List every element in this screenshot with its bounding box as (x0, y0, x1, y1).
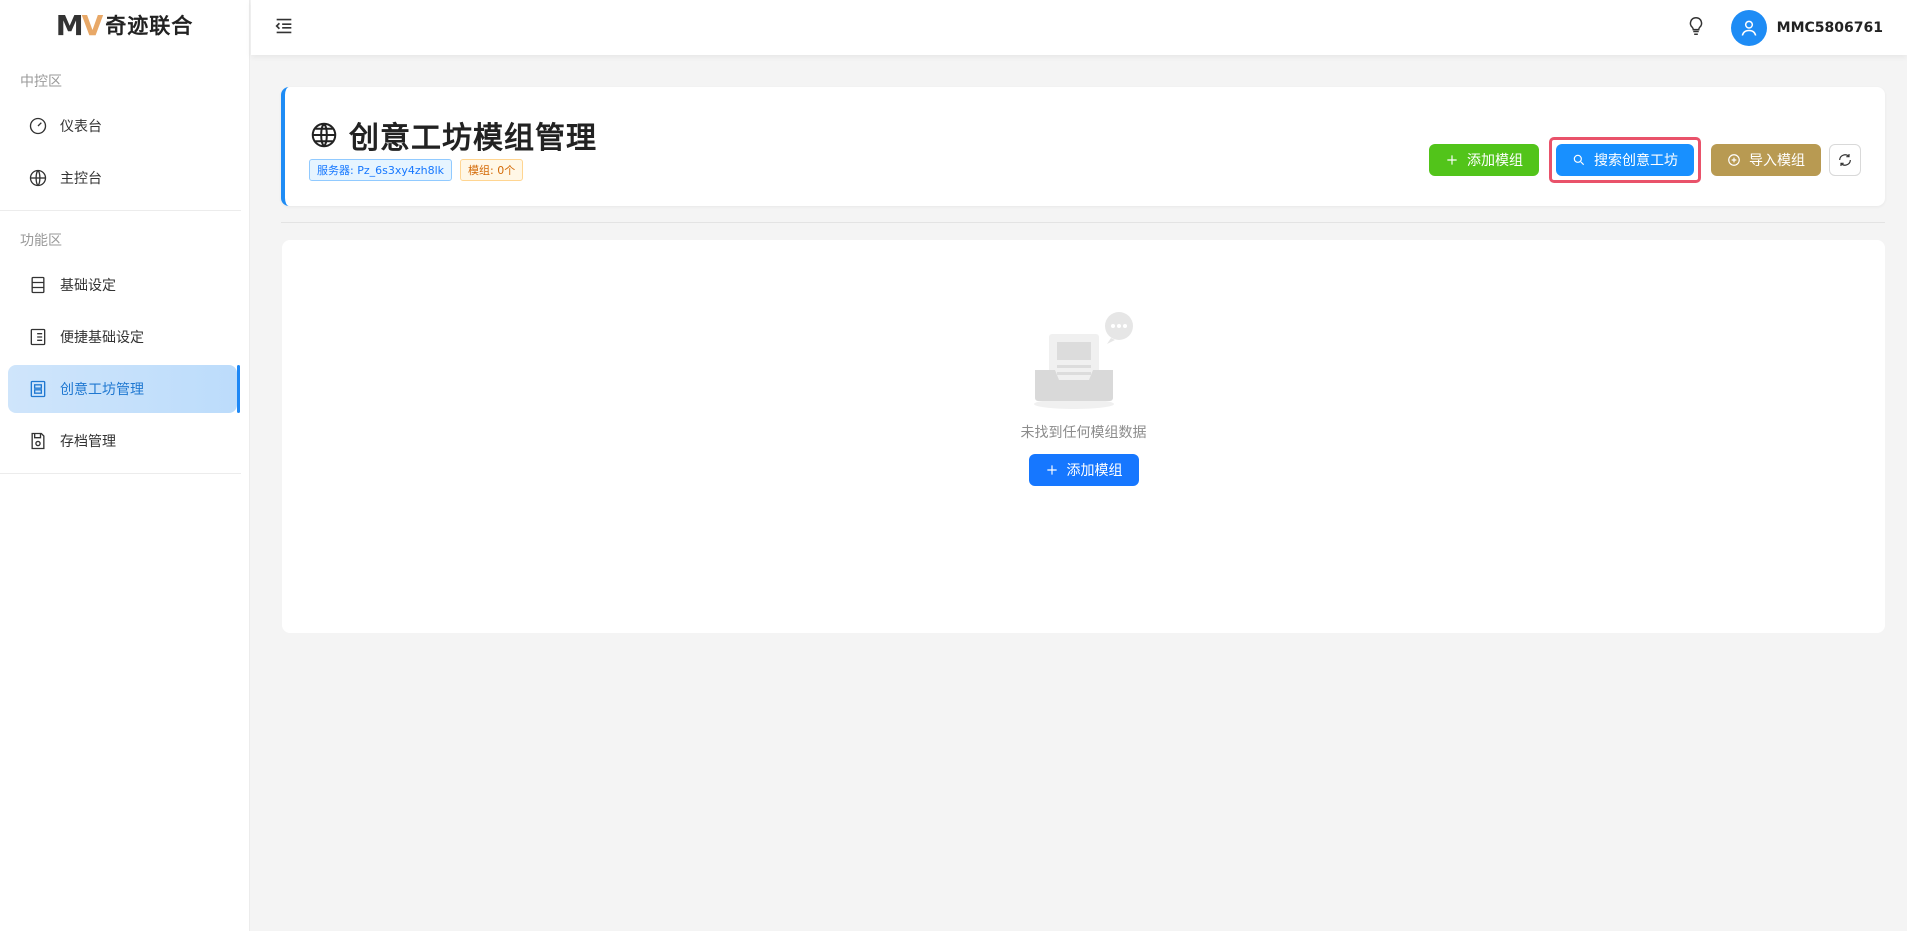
avatar[interactable] (1730, 9, 1767, 46)
import-mod-button[interactable]: 导入模组 (1711, 144, 1821, 176)
sidebar-item-label: 主控台 (60, 171, 102, 187)
content-card: 未找到任何模组数据 添加模组 (282, 240, 1885, 633)
divider (0, 210, 241, 211)
refresh-button[interactable] (1829, 144, 1861, 176)
mod-count-tag: 模组: 0个 (460, 159, 524, 181)
empty-text: 未找到任何模组数据 (1020, 425, 1147, 441)
logo[interactable]: MV 奇迹联合 (0, 0, 249, 50)
sidebar-item-workshop[interactable]: 创意工坊管理 (8, 365, 240, 413)
header-actions: 添加模组 搜索创意工坊 导入模组 (1429, 137, 1861, 183)
user-icon (1741, 20, 1757, 36)
refresh-icon (1839, 154, 1851, 166)
menu-fold-icon (275, 18, 292, 33)
page-header-card: 创意工坊模组管理 服务器: Pz_6s3xy4zh8lk 模组: 0个 添加模组… (281, 87, 1885, 206)
globe-icon (311, 122, 337, 148)
sidebar-item-label: 便捷基础设定 (60, 330, 144, 346)
logo-mark: MV (55, 8, 104, 42)
username[interactable]: MMC5806761 (1777, 20, 1883, 36)
add-mod-button[interactable]: 添加模组 (1429, 144, 1539, 176)
theme-toggle-button[interactable] (1685, 15, 1707, 41)
server-tag: 服务器: Pz_6s3xy4zh8lk (309, 159, 453, 181)
save-icon (31, 432, 45, 450)
dashboard-icon (29, 117, 47, 135)
plus-icon (1447, 155, 1457, 165)
sidebar-item-dashboard[interactable]: 仪表台 (8, 102, 241, 150)
import-mod-label: 导入模组 (1749, 153, 1805, 169)
list-icon (30, 328, 46, 346)
menu-fold-button[interactable] (273, 15, 295, 41)
add-mod-label: 添加模组 (1467, 153, 1523, 169)
section-label-control: 中控区 (20, 74, 62, 90)
topbar-right: MMC5806761 (1685, 9, 1883, 46)
search-workshop-label: 搜索创意工坊 (1594, 153, 1678, 169)
empty-inbox-icon (1033, 312, 1133, 409)
empty-state: 未找到任何模组数据 添加模组 (282, 312, 1885, 486)
sidebar-item-console[interactable]: 主控台 (8, 154, 241, 202)
topbar: MMC5806761 (251, 0, 1907, 55)
title-row: 创意工坊模组管理 (309, 113, 597, 157)
sidebar-item-label: 基础设定 (60, 278, 116, 294)
sidebar-item-basic-settings[interactable]: 基础设定 (8, 261, 241, 309)
sidebar-item-quick-settings[interactable]: 便捷基础设定 (8, 313, 241, 361)
globe-icon (29, 169, 47, 187)
sidebar-item-label: 仪表台 (60, 119, 102, 135)
server-icon (31, 276, 45, 294)
plus-icon (1046, 465, 1057, 475)
search-workshop-button[interactable]: 搜索创意工坊 (1556, 144, 1694, 176)
search-icon (1573, 154, 1585, 166)
divider (0, 473, 241, 474)
tags: 服务器: Pz_6s3xy4zh8lk 模组: 0个 (309, 159, 524, 181)
logo-text: 奇迹联合 (105, 14, 194, 38)
sidebar-item-saves[interactable]: 存档管理 (8, 417, 241, 465)
page-title: 创意工坊模组管理 (349, 121, 597, 156)
empty-add-mod-label: 添加模组 (1066, 463, 1123, 479)
lightbulb-icon (1689, 16, 1702, 35)
divider (281, 222, 1885, 223)
sidebar-item-label: 创意工坊管理 (60, 382, 144, 398)
workshop-icon (30, 380, 46, 398)
empty-add-mod-button[interactable]: 添加模组 (1028, 454, 1139, 486)
section-label-functions: 功能区 (20, 233, 62, 249)
plus-circle-icon (1728, 154, 1740, 166)
highlight-box: 搜索创意工坊 (1549, 137, 1701, 183)
sidebar: MV 奇迹联合 中控区 仪表台 主控台 功能区 基础设定 便捷基础设定 创意工坊… (0, 0, 250, 931)
sidebar-item-label: 存档管理 (60, 434, 116, 450)
